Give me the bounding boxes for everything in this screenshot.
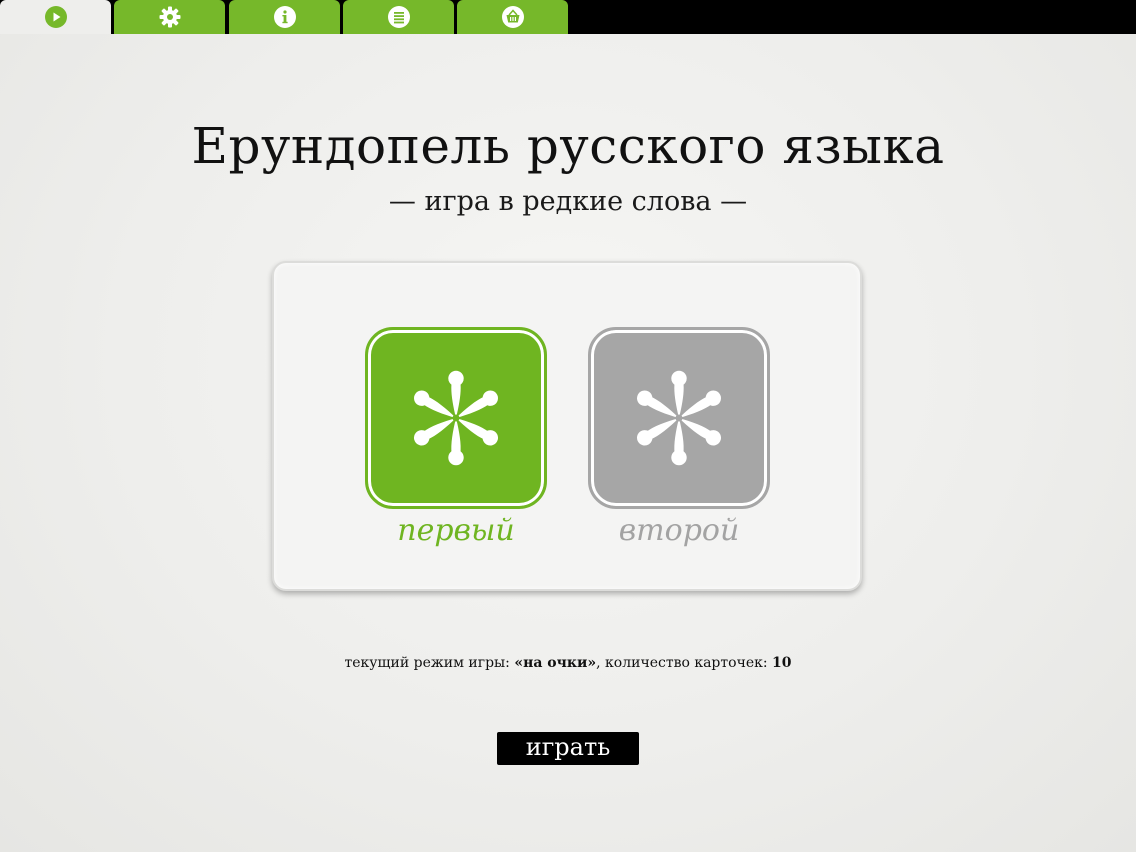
first-player-label[interactable]: первый (356, 509, 556, 553)
basket-icon (501, 6, 524, 28)
first-player-button[interactable] (365, 327, 547, 509)
list-icon (387, 6, 410, 28)
tab-store[interactable] (457, 0, 568, 34)
mode-value: «на очки» (514, 655, 597, 671)
tab-list[interactable] (343, 0, 454, 34)
count-prefix: , количество карточек: (596, 655, 773, 671)
page-title: Ерундопель русского языка (191, 117, 945, 175)
mode-prefix: текущий режим игры: (344, 655, 515, 671)
page-subtitle: — игра в редкие слова — (388, 186, 748, 217)
tab-info[interactable] (229, 0, 340, 34)
card-count-value: 10 (772, 655, 792, 671)
tab-settings[interactable] (114, 0, 225, 34)
info-icon (273, 6, 296, 28)
play-button[interactable]: играть (497, 732, 639, 765)
play-icon (44, 6, 67, 28)
gear-icon (159, 6, 180, 28)
asterisk-flower-icon (637, 370, 721, 466)
second-player-label[interactable]: второй (579, 509, 779, 553)
game-status-line: текущий режим игры: «на очки», количеств… (0, 652, 1136, 674)
tab-play[interactable] (0, 0, 111, 34)
top-bar (0, 0, 1136, 34)
asterisk-flower-icon (414, 370, 498, 466)
second-player-button[interactable] (588, 327, 770, 509)
